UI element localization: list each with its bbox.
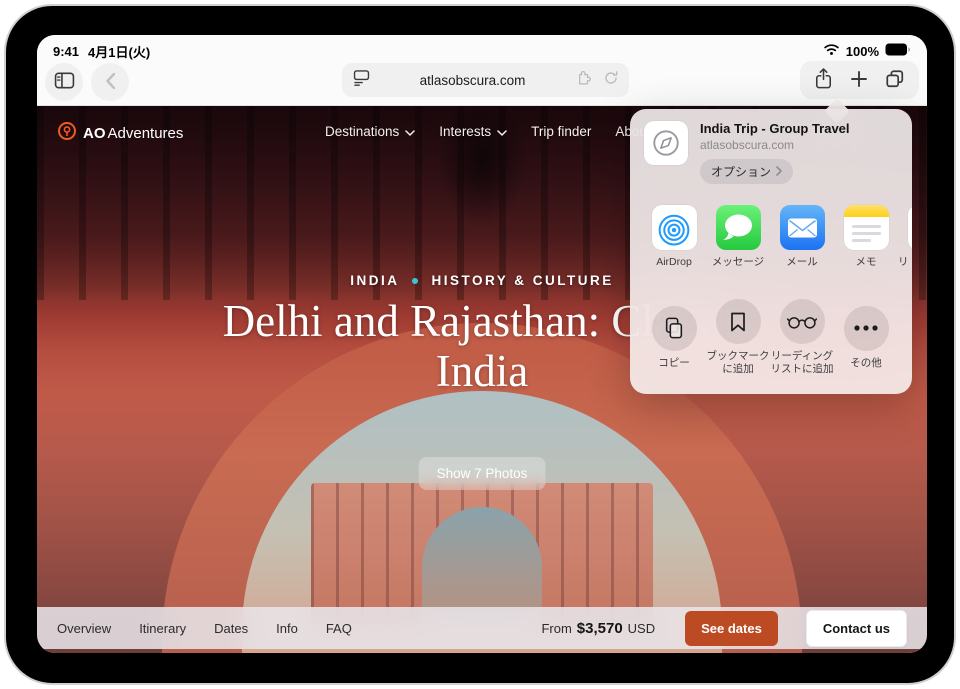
- logo-text-bold: AO: [83, 125, 106, 142]
- share-target-mail[interactable]: メール: [770, 205, 834, 269]
- site-nav: Destinations Interests Trip finder About: [325, 124, 651, 139]
- share-sheet-header: India Trip - Group Travel atlasobscura.c…: [630, 109, 912, 184]
- mail-icon: [780, 205, 825, 250]
- shared-page-domain: atlasobscura.com: [700, 138, 850, 152]
- category-india[interactable]: INDIA: [350, 273, 399, 288]
- share-target-airdrop[interactable]: AirDrop: [642, 205, 706, 269]
- share-icon: [814, 67, 833, 93]
- action-more[interactable]: その他: [834, 299, 898, 376]
- nav-trip-finder[interactable]: Trip finder: [531, 124, 591, 139]
- share-button[interactable]: [812, 65, 835, 95]
- url-text[interactable]: atlasobscura.com: [371, 73, 574, 88]
- see-dates-button[interactable]: See dates: [685, 611, 778, 646]
- footer-link-info[interactable]: Info: [276, 621, 298, 636]
- safari-compass-icon: [644, 121, 688, 165]
- share-target-messages[interactable]: メッセージ: [706, 205, 770, 269]
- category-history-culture[interactable]: HISTORY & CULTURE: [431, 273, 613, 288]
- logo-text-rest: Adventures: [108, 125, 184, 142]
- nav-interests[interactable]: Interests: [439, 124, 507, 139]
- wifi-icon: [823, 43, 840, 59]
- glasses-icon: [780, 299, 825, 344]
- copy-icon: [652, 306, 697, 351]
- price-group: From $3,570 USD: [541, 620, 655, 637]
- footer-link-faq[interactable]: FAQ: [326, 621, 352, 636]
- back-button[interactable]: [91, 63, 129, 101]
- price-amount: $3,570: [577, 620, 623, 637]
- action-copy[interactable]: コピー: [642, 299, 706, 376]
- action-add-bookmark[interactable]: ブックマーク に追加: [706, 299, 770, 376]
- site-logo[interactable]: AO Adventures: [57, 121, 183, 146]
- status-date: 4月1日(火): [88, 42, 150, 61]
- notes-yellow-band: [844, 205, 889, 217]
- footer-link-itinerary[interactable]: Itinerary: [139, 621, 186, 636]
- ipad-screen: 9:41 4月1日(火) 100%: [37, 35, 927, 653]
- sidebar-icon: [54, 72, 75, 92]
- tabs-icon: [885, 69, 905, 92]
- chevron-right-icon: [776, 165, 782, 179]
- action-add-reading-list[interactable]: リーディング リストに追加: [770, 299, 834, 376]
- airdrop-icon: [652, 205, 697, 250]
- contact-us-button[interactable]: Contact us: [806, 610, 907, 647]
- notes-icon: [844, 205, 889, 250]
- plus-icon: [850, 70, 868, 91]
- safari-chrome: 9:41 4月1日(火) 100%: [37, 35, 927, 106]
- chevron-down-icon: [405, 124, 415, 139]
- ipad-device-frame: 9:41 4月1日(火) 100%: [4, 4, 956, 685]
- chevron-left-icon: [105, 72, 116, 93]
- share-apps-row: AirDrop メッセージ メール: [642, 205, 912, 269]
- price-currency: USD: [628, 621, 655, 636]
- trip-footer-bar: Overview Itinerary Dates Info FAQ From $…: [37, 607, 927, 649]
- chevron-down-icon: [497, 124, 507, 139]
- footer-link-overview[interactable]: Overview: [57, 621, 111, 636]
- tab-overview-button[interactable]: [883, 67, 907, 94]
- battery-icon: [885, 43, 911, 59]
- logo-mark-icon: [57, 121, 77, 146]
- messages-icon: [716, 205, 761, 250]
- extensions-puzzle-icon[interactable]: [574, 69, 591, 91]
- sidebar-toggle-button[interactable]: [45, 63, 83, 101]
- ellipsis-icon: [844, 306, 889, 351]
- show-photos-button[interactable]: Show 7 Photos: [419, 457, 546, 490]
- shared-page-title: India Trip - Group Travel: [700, 121, 850, 136]
- address-bar[interactable]: atlasobscura.com: [342, 63, 629, 97]
- page-format-icon[interactable]: [352, 69, 371, 91]
- toolbar-right-group: [800, 61, 919, 99]
- status-bar: 9:41 4月1日(火) 100%: [37, 41, 927, 61]
- nav-destinations[interactable]: Destinations: [325, 124, 415, 139]
- share-target-reminders-partial[interactable]: リ: [898, 205, 912, 269]
- screenshot-stage: 9:41 4月1日(火) 100%: [0, 0, 960, 689]
- share-sheet-popover: India Trip - Group Travel atlasobscura.c…: [630, 109, 912, 394]
- battery-percent: 100%: [846, 44, 879, 59]
- share-options-button[interactable]: オプション: [700, 159, 793, 184]
- share-actions-row: コピー ブックマーク に追加 リーディング リストに追加: [642, 299, 912, 376]
- price-prefix: From: [541, 621, 571, 636]
- bookmark-icon: [716, 299, 761, 344]
- reminders-icon: [908, 205, 913, 250]
- footer-link-dates[interactable]: Dates: [214, 621, 248, 636]
- new-tab-button[interactable]: [848, 68, 870, 93]
- status-time: 9:41: [53, 44, 79, 59]
- dot-separator-icon: [412, 278, 418, 284]
- reload-icon[interactable]: [603, 70, 619, 91]
- share-target-notes[interactable]: メモ: [834, 205, 898, 269]
